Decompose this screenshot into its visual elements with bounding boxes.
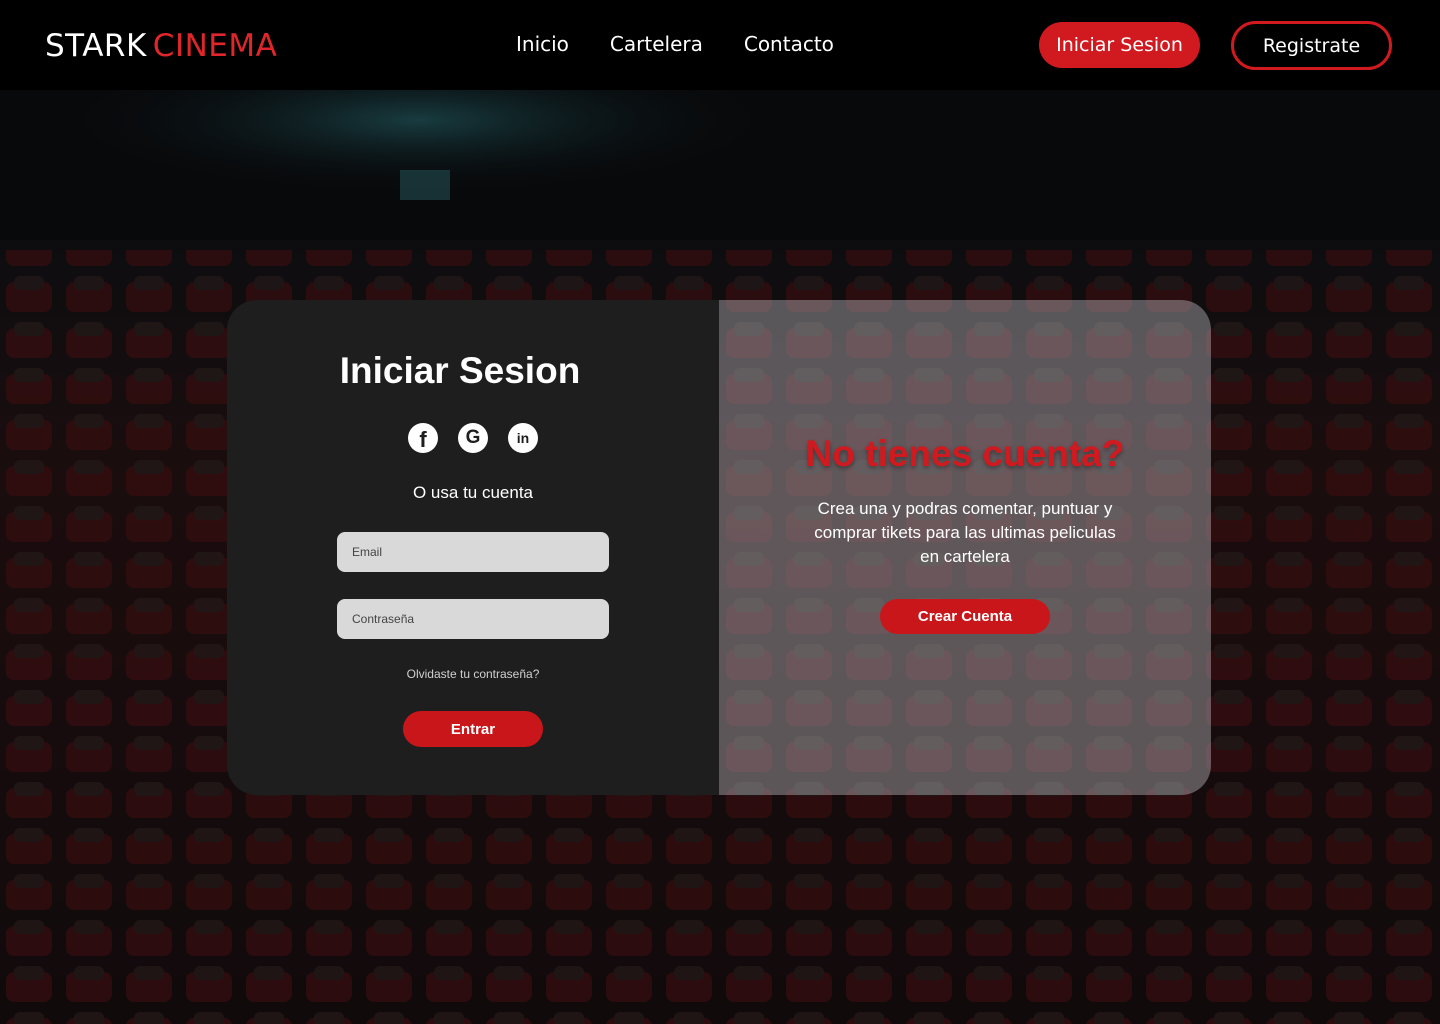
brand-name-part2: CINEMA — [152, 28, 278, 64]
main-nav: Inicio Cartelera Contacto — [516, 31, 834, 57]
social-login-row: f G in — [408, 423, 538, 453]
login-panel: Iniciar Sesion f G in O usa tu cuenta Ol… — [227, 300, 719, 795]
top-navbar: STARK CINEMA Inicio Cartelera Contacto In… — [0, 0, 1440, 90]
login-submit-button[interactable]: Entrar — [403, 711, 543, 747]
google-icon[interactable]: G — [458, 423, 488, 453]
facebook-icon[interactable]: f — [408, 423, 438, 453]
signup-promo-text: Crea una y podras comentar, puntuar y co… — [814, 499, 1116, 566]
nav-register-button[interactable]: Registrate — [1231, 21, 1392, 70]
google-glyph: G — [465, 427, 481, 448]
alt-login-text: O usa tu cuenta — [412, 483, 534, 502]
facebook-glyph: f — [419, 427, 427, 452]
create-account-button[interactable]: Crear Cuenta — [880, 599, 1050, 634]
signup-promo-title: No tienes cuenta? — [805, 433, 1125, 474]
brand-name-part1: STARK — [45, 28, 147, 64]
nav-link-contacto[interactable]: Contacto — [744, 31, 834, 57]
forgot-password-link[interactable]: Olvidaste tu contraseña? — [227, 667, 719, 681]
login-card: Iniciar Sesion f G in O usa tu cuenta Ol… — [227, 300, 1211, 795]
nav-login-button[interactable]: Iniciar Sesion — [1039, 22, 1200, 68]
nav-link-inicio[interactable]: Inicio — [516, 31, 569, 57]
linkedin-glyph: in — [516, 430, 530, 446]
brand-logo[interactable]: STARK CINEMA — [45, 27, 277, 65]
nav-link-cartelera[interactable]: Cartelera — [610, 31, 703, 57]
email-field[interactable] — [337, 532, 609, 572]
login-title: Iniciar Sesion — [339, 350, 581, 391]
linkedin-icon[interactable]: in — [508, 423, 538, 453]
signup-promo-panel: No tienes cuenta? Crea una y podras come… — [719, 300, 1211, 795]
password-field[interactable] — [337, 599, 609, 639]
